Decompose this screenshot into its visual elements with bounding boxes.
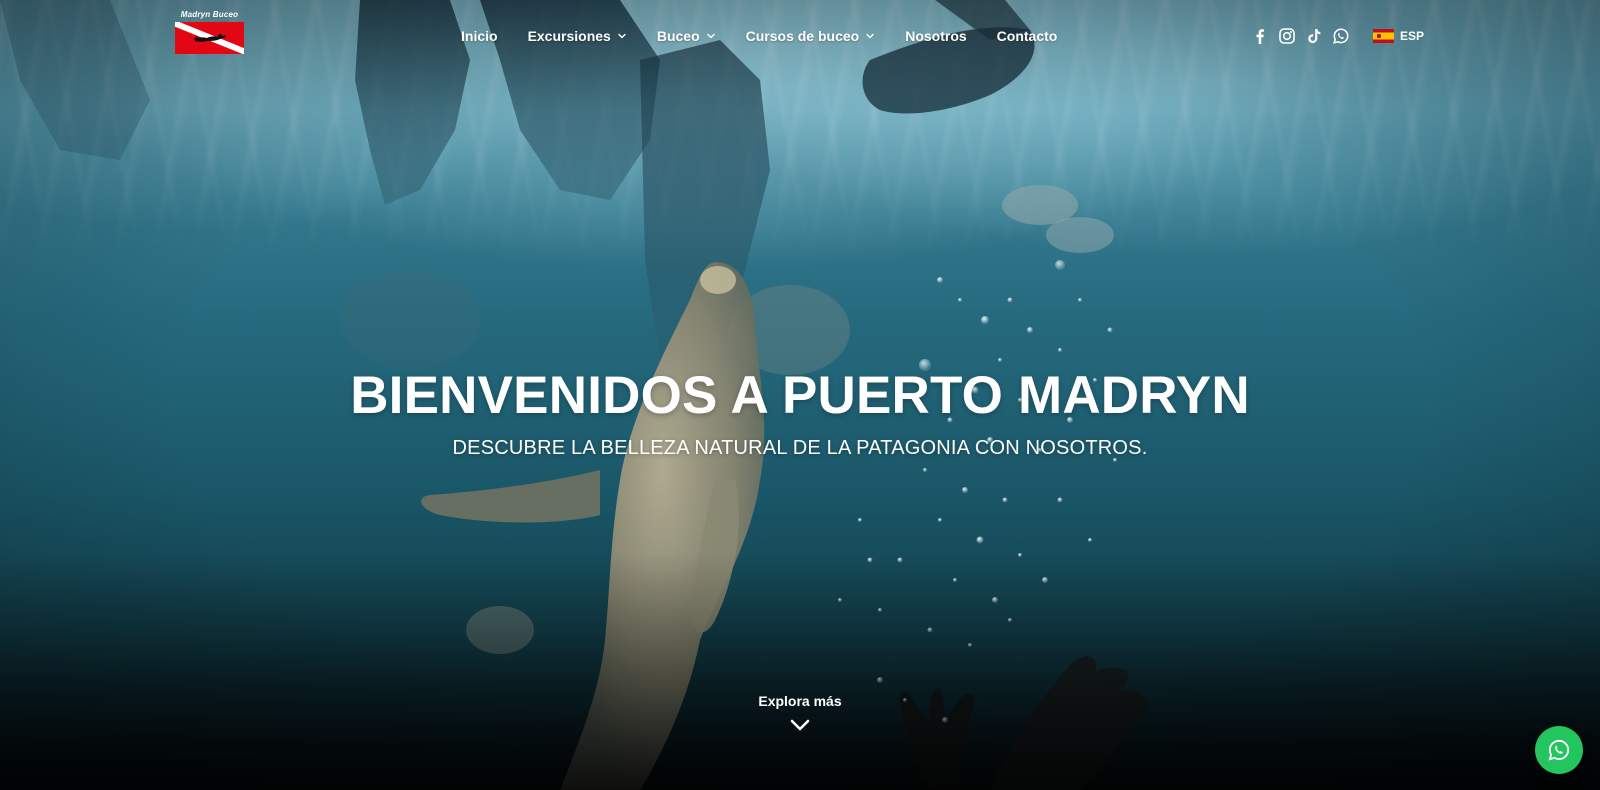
chevron-down-icon [618, 33, 626, 39]
brand-logo[interactable]: Madryn Buceo [175, 10, 244, 54]
hero-title: BIENVENIDOS A PUERTO MADRYN [350, 366, 1250, 425]
instagram-link[interactable] [1278, 27, 1296, 45]
nav-item-label: Contacto [996, 28, 1058, 44]
whatsapp-icon [1333, 28, 1349, 44]
nav-item-label: Excursiones [527, 28, 611, 44]
nav-item-label: Buceo [656, 28, 700, 44]
tiktok-link[interactable] [1305, 27, 1323, 45]
facebook-icon [1256, 29, 1264, 44]
diver-silhouette-icon [193, 34, 226, 42]
whatsapp-icon [1548, 739, 1570, 761]
language-selector[interactable]: ESP [1373, 26, 1424, 46]
chevron-down-icon [706, 33, 715, 39]
social-links [1251, 26, 1359, 46]
language-label: ESP [1400, 29, 1425, 43]
dive-flag-icon [175, 22, 244, 54]
chevron-down-icon [866, 33, 874, 39]
facebook-link[interactable] [1251, 27, 1269, 45]
nav-item-label: Cursos de buceo [745, 28, 860, 44]
logo-wordmark: Madryn Buceo [180, 10, 239, 19]
instagram-icon [1279, 28, 1295, 44]
tiktok-icon [1308, 29, 1321, 43]
nav-item-contacto[interactable]: Contacto [997, 28, 1058, 44]
explore-more-label: Explora más [758, 693, 842, 709]
nav-item-label: Inicio [461, 28, 498, 44]
nav-item-excursiones[interactable]: Excursiones [528, 28, 627, 44]
chevron-down-icon [790, 719, 810, 731]
main-navigation: Inicio Excursiones Buceo Cursos de buceo… [461, 25, 1087, 47]
nav-item-buceo[interactable]: Buceo [657, 28, 716, 44]
site-header: Madryn Buceo Inicio Excursiones Buceo Cu… [0, 0, 1600, 72]
nav-item-cursos-de-buceo[interactable]: Cursos de buceo [746, 28, 876, 44]
nav-item-nosotros[interactable]: Nosotros [905, 28, 966, 44]
nav-item-inicio[interactable]: Inicio [461, 28, 498, 44]
spain-flag-icon [1373, 29, 1394, 43]
whatsapp-floating-button[interactable] [1535, 726, 1583, 774]
hero-subtitle: DESCUBRE LA BELLEZA NATURAL DE LA PATAGO… [452, 437, 1148, 459]
nav-item-label: Nosotros [905, 28, 967, 44]
explore-more-button[interactable]: Explora más [700, 692, 900, 732]
whatsapp-link[interactable] [1332, 27, 1350, 45]
